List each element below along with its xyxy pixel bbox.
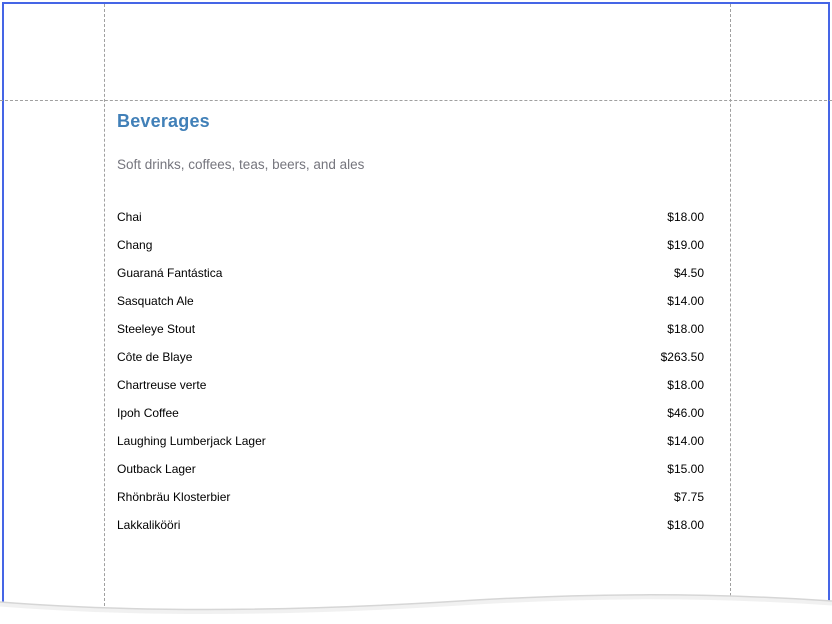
product-price: $18.00 [667, 210, 704, 224]
product-name: Ipoh Coffee [117, 406, 179, 420]
product-name: Rhönbräu Klosterbier [117, 490, 230, 504]
left-margin-guide [104, 4, 105, 616]
product-price: $263.50 [661, 350, 704, 364]
product-price: $46.00 [667, 406, 704, 420]
right-margin-guide [730, 4, 731, 616]
product-price: $18.00 [667, 378, 704, 392]
product-price: $14.00 [667, 294, 704, 308]
table-row: Côte de Blaye $263.50 [117, 343, 704, 371]
table-row: Sasquatch Ale $14.00 [117, 287, 704, 315]
table-row: Chartreuse verte $18.00 [117, 371, 704, 399]
product-name: Guaraná Fantástica [117, 266, 222, 280]
product-price: $18.00 [667, 518, 704, 532]
table-row: Lakkalikööri $18.00 [117, 511, 704, 539]
product-name: Côte de Blaye [117, 350, 192, 364]
category-title: Beverages [117, 111, 210, 132]
table-row: Ipoh Coffee $46.00 [117, 399, 704, 427]
table-row: Steeleye Stout $18.00 [117, 315, 704, 343]
product-name: Chai [117, 210, 142, 224]
product-name: Sasquatch Ale [117, 294, 194, 308]
top-margin-guide [0, 100, 832, 101]
table-row: Laughing Lumberjack Lager $14.00 [117, 427, 704, 455]
table-row: Guaraná Fantástica $4.50 [117, 259, 704, 287]
product-price: $18.00 [667, 322, 704, 336]
category-description: Soft drinks, coffees, teas, beers, and a… [117, 157, 364, 172]
product-list: Chai $18.00 Chang $19.00 Guaraná Fantást… [117, 203, 704, 539]
table-row: Outback Lager $15.00 [117, 455, 704, 483]
product-price: $4.50 [674, 266, 704, 280]
table-row: Chai $18.00 [117, 203, 704, 231]
product-price: $14.00 [667, 434, 704, 448]
page-continuation-wave [0, 578, 832, 624]
product-name: Chang [117, 238, 152, 252]
product-name: Chartreuse verte [117, 378, 206, 392]
product-price: $15.00 [667, 462, 704, 476]
product-name: Lakkalikööri [117, 518, 180, 532]
report-preview-canvas: Beverages Soft drinks, coffees, teas, be… [0, 0, 832, 624]
product-name: Laughing Lumberjack Lager [117, 434, 266, 448]
product-price: $7.75 [674, 490, 704, 504]
table-row: Chang $19.00 [117, 231, 704, 259]
product-name: Steeleye Stout [117, 322, 195, 336]
table-row: Rhönbräu Klosterbier $7.75 [117, 483, 704, 511]
product-price: $19.00 [667, 238, 704, 252]
product-name: Outback Lager [117, 462, 196, 476]
